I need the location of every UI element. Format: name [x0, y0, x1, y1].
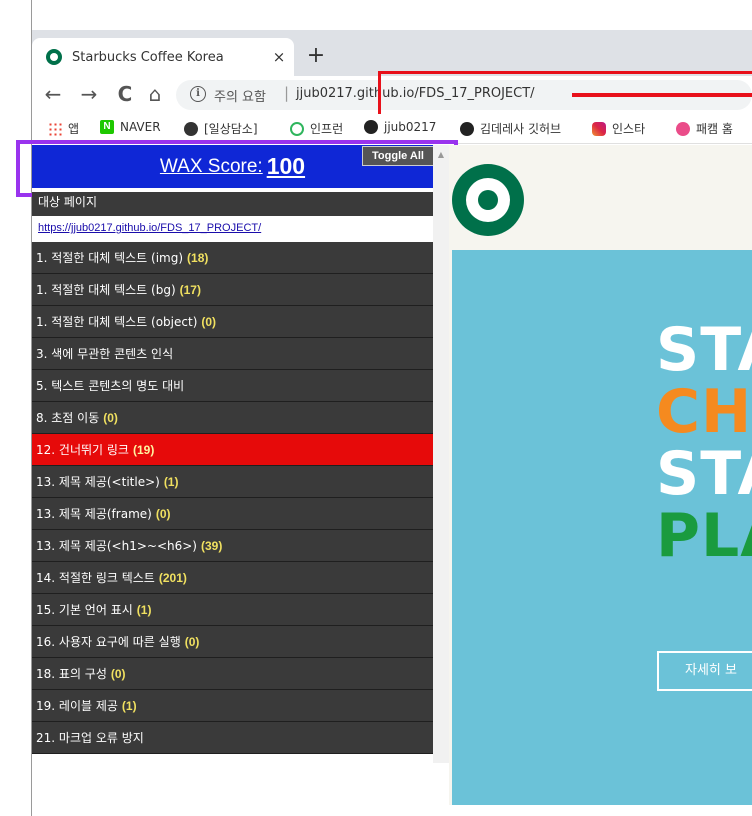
starbucks-favicon-icon	[46, 49, 62, 65]
github-icon	[364, 120, 378, 134]
bookmark-instagram[interactable]: 인스타	[592, 120, 645, 137]
check-item-focus[interactable]: 8. 초점 이동 (0)	[32, 402, 433, 434]
github-icon	[460, 121, 474, 136]
home-button[interactable]: ⌂	[142, 80, 168, 108]
back-button[interactable]: ←	[40, 80, 66, 108]
check-item-skip-link[interactable]: 12. 건너뛰기 링크 (19)	[32, 434, 433, 466]
check-item-markup[interactable]: 21. 마크업 오류 방지	[32, 722, 433, 754]
hero-line-2: CH	[656, 377, 752, 447]
check-item-alt-img[interactable]: 1. 적절한 대체 텍스트 (img) (18)	[32, 242, 433, 274]
check-item-headings[interactable]: 13. 제목 제공(<h1>~<h6>) (39)	[32, 530, 433, 562]
bookmark-jjub0217[interactable]: jjub0217	[364, 120, 436, 134]
score-highlight-box	[16, 140, 458, 197]
bookmark-inflearn[interactable]: 인프런	[290, 120, 343, 137]
logo-core	[478, 190, 498, 210]
target-page-link[interactable]: https://jjub0217.github.io/FDS_17_PROJEC…	[32, 216, 433, 241]
chrome-icon	[184, 121, 198, 136]
tab-title: Starbucks Coffee Korea	[72, 49, 224, 65]
info-icon[interactable]: i	[190, 86, 206, 102]
check-item-user-request[interactable]: 16. 사용자 요구에 따른 실행 (0)	[32, 626, 433, 658]
check-item-table[interactable]: 18. 표의 구성 (0)	[32, 658, 433, 690]
bookmark-github-theresa[interactable]: 김데레사 깃허브	[460, 120, 561, 137]
dribbble-icon	[676, 121, 690, 136]
check-item-alt-bg[interactable]: 1. 적절한 대체 텍스트 (bg) (17)	[32, 274, 433, 306]
learn-more-button[interactable]: 자세히 보	[657, 651, 752, 691]
inflearn-icon	[290, 121, 304, 136]
url-highlight-arrow	[572, 93, 752, 97]
check-item-frame[interactable]: 13. 제목 제공(frame) (0)	[32, 498, 433, 530]
bookmark-naver[interactable]: N NAVER	[100, 120, 161, 134]
scroll-up-icon[interactable]: ▲	[436, 150, 446, 159]
bookmark-fastcampus[interactable]: 패캠 홈	[676, 120, 733, 137]
reload-button[interactable]: C	[112, 80, 138, 108]
new-tab-button[interactable]: +	[304, 44, 328, 68]
target-page-title: 대상 페이지	[32, 192, 433, 216]
check-item-language[interactable]: 15. 기본 언어 표시 (1)	[32, 594, 433, 626]
hero-line-1: STA	[656, 315, 752, 385]
instagram-icon	[592, 121, 606, 136]
panel-footer	[32, 763, 449, 816]
naver-icon: N	[100, 120, 114, 134]
bookmark-apps[interactable]: 앱	[48, 120, 79, 137]
hero-line-3: STA	[656, 439, 752, 509]
check-item-link-text[interactable]: 14. 적절한 링크 텍스트 (201)	[32, 562, 433, 594]
security-status[interactable]: 주의 요함	[214, 86, 266, 105]
panel-scrollbar[interactable]	[433, 145, 449, 763]
check-item-color[interactable]: 3. 색에 무관한 콘텐츠 인식	[32, 338, 433, 370]
hero-line-4: PLA	[656, 501, 752, 571]
check-item-contrast[interactable]: 5. 텍스트 콘텐츠의 명도 대비	[32, 370, 433, 402]
check-item-title[interactable]: 13. 제목 제공(<title>) (1)	[32, 466, 433, 498]
close-tab-icon[interactable]: ×	[264, 48, 294, 66]
left-margin	[0, 0, 32, 816]
forward-button[interactable]: →	[76, 80, 102, 108]
check-item-label[interactable]: 19. 레이블 제공 (1)	[32, 690, 433, 722]
bookmark-daily[interactable]: [일상담소]	[184, 120, 258, 137]
url-separator: |	[284, 84, 290, 102]
browser-tab[interactable]: Starbucks Coffee Korea ×	[32, 38, 294, 76]
apps-icon	[48, 121, 62, 136]
wax-check-list: 1. 적절한 대체 텍스트 (img) (18) 1. 적절한 대체 텍스트 (b…	[32, 242, 433, 754]
check-item-alt-object[interactable]: 1. 적절한 대체 텍스트 (object) (0)	[32, 306, 433, 338]
